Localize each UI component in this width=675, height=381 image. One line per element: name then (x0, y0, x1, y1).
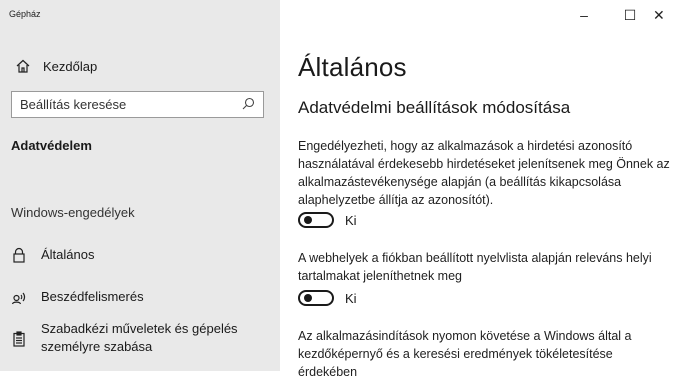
toggle-switch-off[interactable] (298, 212, 334, 228)
lock-icon (11, 247, 27, 263)
toggle-state-label: Ki (345, 212, 357, 228)
sidebar-section-privacy: Adatvédelem (11, 138, 92, 153)
toggle-switch-off[interactable] (298, 290, 334, 306)
minimize-button[interactable]: – (561, 0, 607, 30)
maximize-button[interactable]: ☐ (607, 0, 653, 30)
sidebar: Gépház Kezdőlap Beállítás keresése Adatv… (0, 0, 280, 371)
toggle-language-list[interactable]: Ki (298, 290, 357, 306)
toggle-state-label: Ki (345, 290, 357, 306)
toggle-ad-id[interactable]: Ki (298, 212, 357, 228)
main-content: – ☐ ✕ Általános Adatvédelmi beállítások … (280, 0, 675, 379)
window-controls: – ☐ ✕ (561, 0, 675, 30)
speech-icon (11, 289, 27, 305)
sidebar-group-header: Windows-engedélyek (11, 205, 135, 220)
sidebar-item-speech-label: Beszédfelismerés (41, 289, 144, 304)
sidebar-item-home[interactable]: Kezdőlap (15, 58, 97, 74)
sidebar-item-inking-label: Szabadkézi műveletek és gépelés személyr… (41, 321, 238, 354)
setting-description-language-list: A webhelyek a fiókban beállított nyelvli… (298, 251, 652, 283)
search-icon (242, 97, 255, 113)
sidebar-item-speech[interactable]: Beszédfelismerés (11, 288, 144, 306)
setting-description-app-launch: Az alkalmazásindítások nyomon követése a… (298, 329, 632, 379)
search-placeholder: Beállítás keresése (20, 97, 127, 112)
home-icon (15, 58, 31, 74)
close-button[interactable]: ✕ (653, 0, 675, 30)
section-subtitle: Adatvédelmi beállítások módosítása (298, 98, 571, 117)
clipboard-icon (11, 331, 27, 347)
setting-description-ad-id: Engedélyezheti, hogy az alkalmazások a h… (298, 139, 670, 207)
search-input[interactable]: Beállítás keresése (11, 91, 264, 118)
sidebar-item-general-label: Általános (41, 247, 95, 262)
sidebar-item-home-label: Kezdőlap (43, 58, 98, 74)
sidebar-item-inking[interactable]: Szabadkézi műveletek és gépelés személyr… (11, 320, 261, 356)
page-title: Általános (298, 52, 407, 82)
app-title: Gépház (9, 9, 41, 19)
sidebar-item-general[interactable]: Általános (11, 246, 94, 264)
